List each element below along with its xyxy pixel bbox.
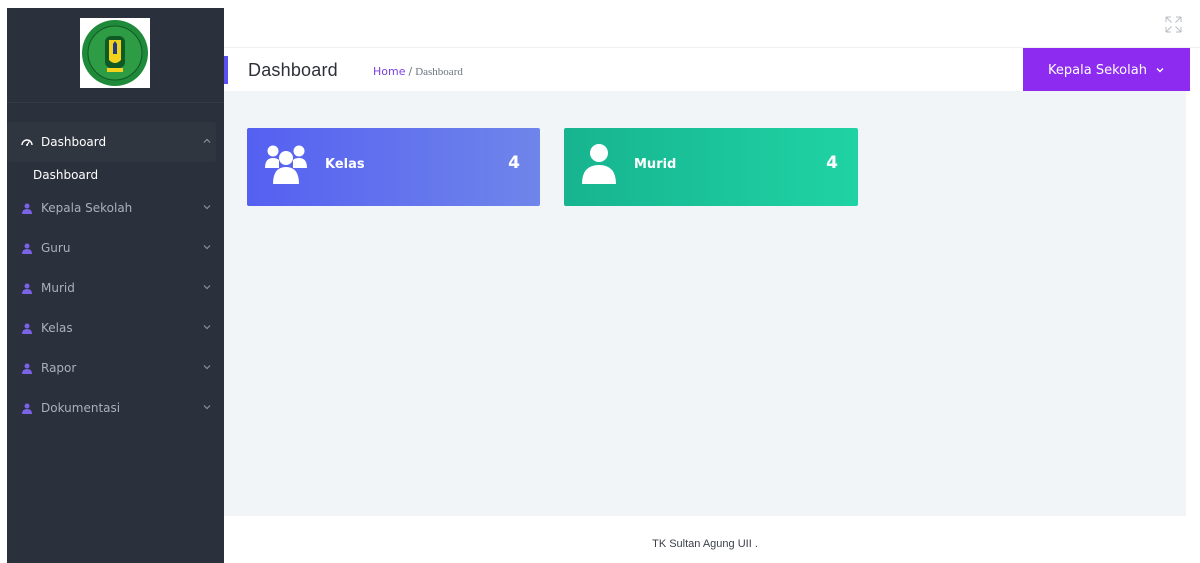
topbar (224, 0, 1200, 47)
chevron-up-icon (203, 138, 211, 143)
sidebar-item-label: Guru (41, 241, 71, 255)
sidebar-item-murid[interactable]: Murid (7, 268, 224, 308)
sidebar-item-label: Murid (41, 281, 75, 295)
stat-card-value: 4 (508, 153, 520, 173)
dashboard-icon (21, 136, 33, 148)
main-content: Kelas 4 Murid 4 (224, 91, 1186, 516)
sidebar-subitem-dashboard[interactable]: Dashboard (7, 162, 224, 188)
user-menu-label: Kepala Sekolah (1048, 62, 1147, 78)
sidebar-item-rapor[interactable]: Rapor (7, 348, 224, 388)
user-icon (21, 202, 33, 214)
footer: TK Sultan Agung UII . (224, 516, 1186, 563)
user-icon (21, 362, 33, 374)
user-icon (21, 282, 33, 294)
sidebar-item-label: Kepala Sekolah (41, 201, 133, 215)
breadcrumb-current: Dashboard (415, 66, 463, 78)
sidebar-divider (7, 102, 224, 103)
expand-icon[interactable] (1165, 16, 1182, 33)
chevron-down-icon (203, 365, 211, 370)
stat-card-value: 4 (826, 153, 838, 173)
chevron-down-icon (1156, 68, 1164, 73)
sidebar-item-dashboard[interactable]: Dashboard (7, 122, 216, 162)
sidebar-item-label: Kelas (41, 321, 73, 335)
user-menu-button[interactable]: Kepala Sekolah (1023, 48, 1190, 92)
user-icon (21, 322, 33, 334)
user-icon (21, 402, 33, 414)
sidebar-item-label: Dokumentasi (41, 401, 121, 415)
user-icon (582, 144, 616, 184)
breadcrumb-home-link[interactable]: Home (373, 65, 405, 78)
stat-card-label: Murid (634, 157, 677, 172)
user-icon (21, 242, 33, 254)
sidebar-menu: Dashboard Dashboard Kepala Sekolah Guru … (7, 122, 224, 428)
users-group-icon (265, 145, 307, 184)
sidebar-item-label: Rapor (41, 361, 77, 375)
page-header: Dashboard Home / Dashboard Kepala Sekolah (224, 47, 1200, 92)
stat-card-label: Kelas (325, 157, 365, 172)
stat-card-kelas[interactable]: Kelas 4 (247, 128, 540, 206)
chevron-down-icon (203, 205, 211, 210)
sidebar-item-guru[interactable]: Guru (7, 228, 224, 268)
scrollbar-track (1186, 91, 1200, 563)
chevron-down-icon (203, 245, 211, 250)
sidebar-item-kelas[interactable]: Kelas (7, 308, 224, 348)
stat-card-murid[interactable]: Murid 4 (564, 128, 858, 206)
chevron-down-icon (203, 405, 211, 410)
breadcrumb: Home / Dashboard (373, 65, 463, 78)
sidebar-item-kepala-sekolah[interactable]: Kepala Sekolah (7, 188, 224, 228)
page-title: Dashboard (248, 60, 338, 80)
chevron-down-icon (203, 285, 211, 290)
school-logo[interactable] (80, 18, 150, 88)
sidebar: Dashboard Dashboard Kepala Sekolah Guru … (7, 8, 224, 563)
chevron-down-icon (203, 325, 211, 330)
header-accent-bar (224, 56, 228, 84)
sidebar-subitem-label: Dashboard (33, 168, 99, 182)
sidebar-item-label: Dashboard (41, 135, 107, 149)
footer-text: TK Sultan Agung UII . (652, 538, 758, 550)
sidebar-item-dokumentasi[interactable]: Dokumentasi (7, 388, 224, 428)
school-crest-logo (82, 20, 148, 86)
breadcrumb-separator: / (408, 65, 413, 78)
